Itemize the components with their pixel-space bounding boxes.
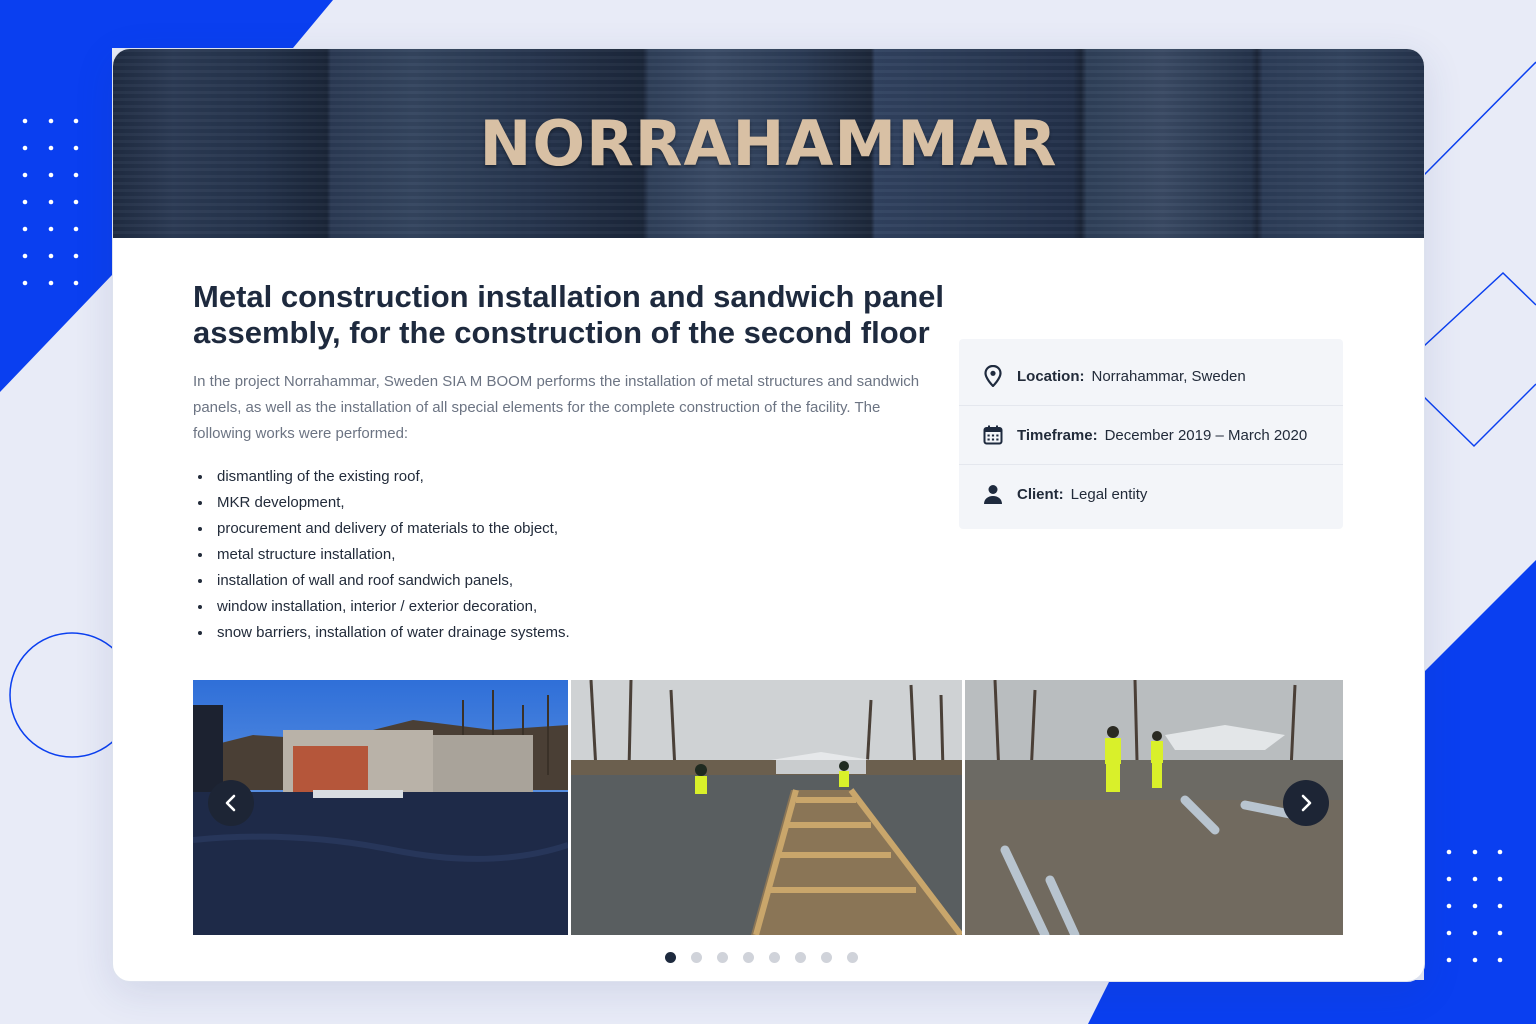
carousel-dot-8[interactable] bbox=[847, 952, 858, 963]
list-item: dismantling of the existing roof, bbox=[193, 464, 933, 490]
project-info-panel: Location: Norrahammar, Sweden Timeframe:… bbox=[959, 339, 1343, 529]
info-row-client: Client: Legal entity bbox=[959, 465, 1343, 523]
info-value: December 2019 – March 2020 bbox=[1104, 426, 1308, 444]
carousel-dot-7[interactable] bbox=[821, 952, 832, 963]
info-label: Timeframe: bbox=[1017, 426, 1098, 444]
carousel-dot-6[interactable] bbox=[795, 952, 806, 963]
list-item: installation of wall and roof sandwich p… bbox=[193, 568, 933, 594]
project-headline: Metal construction installation and sand… bbox=[193, 279, 944, 350]
list-item: metal structure installation, bbox=[193, 542, 933, 568]
calendar-icon bbox=[983, 425, 1003, 445]
list-item: window installation, interior / exterior… bbox=[193, 594, 933, 620]
project-card: NORRAHAMMAR Metal construction installat… bbox=[112, 48, 1425, 982]
list-item: snow barriers, installation of water dra… bbox=[193, 620, 933, 646]
list-item: MKR development, bbox=[193, 490, 933, 516]
chevron-left-icon bbox=[225, 794, 236, 812]
list-item: procurement and delivery of materials to… bbox=[193, 516, 933, 542]
carousel-dot-2[interactable] bbox=[691, 952, 702, 963]
photo-carousel[interactable] bbox=[193, 680, 1343, 935]
user-icon bbox=[983, 484, 1003, 504]
chevron-right-icon bbox=[1301, 794, 1312, 812]
info-label: Location: bbox=[1017, 367, 1085, 385]
carousel-dot-4[interactable] bbox=[743, 952, 754, 963]
carousel-dot-1[interactable] bbox=[665, 952, 676, 963]
carousel-dot-5[interactable] bbox=[769, 952, 780, 963]
works-list: dismantling of the existing roof, MKR de… bbox=[193, 464, 933, 646]
info-row-location: Location: Norrahammar, Sweden bbox=[959, 347, 1343, 406]
info-label: Client: bbox=[1017, 485, 1064, 503]
location-pin-icon bbox=[983, 365, 1003, 387]
carousel-dot-3[interactable] bbox=[717, 952, 728, 963]
carousel-next-button[interactable] bbox=[1283, 780, 1329, 826]
info-value: Norrahammar, Sweden bbox=[1091, 367, 1246, 385]
banner-title: NORRAHAMMAR bbox=[479, 107, 1058, 180]
carousel-pagination bbox=[665, 952, 858, 964]
info-value: Legal entity bbox=[1070, 485, 1148, 503]
project-intro: In the project Norrahammar, Sweden SIA M… bbox=[193, 373, 920, 442]
info-row-timeframe: Timeframe: December 2019 – March 2020 bbox=[959, 406, 1343, 465]
carousel-prev-button[interactable] bbox=[208, 780, 254, 826]
gallery-photo-roof-framing[interactable] bbox=[571, 680, 962, 935]
